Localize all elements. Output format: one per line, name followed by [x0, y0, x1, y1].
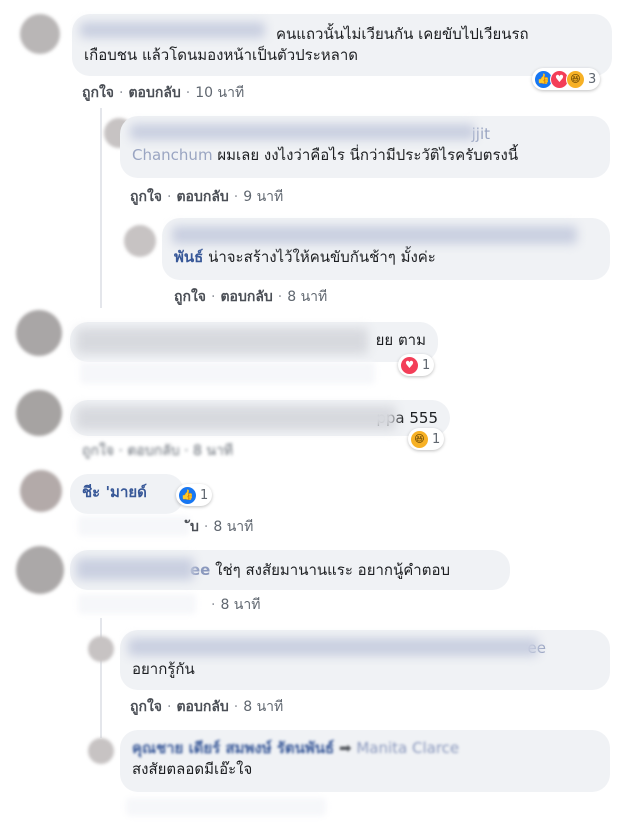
blurred-name [76, 558, 194, 580]
like-link[interactable]: ถูกใจ [130, 699, 162, 715]
like-link[interactable]: ถูกใจ [130, 189, 162, 205]
comment-text: อยากรู้กัน [132, 660, 195, 678]
mention-arrow-icon: ➡ [339, 739, 352, 757]
blurred-name [80, 22, 265, 38]
reaction-summary[interactable]: 👍 ♥ 😆 3 [532, 68, 601, 90]
blurred-content [126, 798, 326, 816]
comment-actions: ถูกใจ · ตอบกลับ · 8 นาที [130, 699, 284, 715]
comment-actions: ับ · 8 นาที [190, 519, 254, 535]
like-icon: 👍 [178, 485, 197, 505]
comment-bubble: คุณชาย เดียร์ สมพงษ์ รัตนพันธ์ ➡ Manita … [120, 730, 610, 792]
reaction-summary[interactable]: 👍 1 [176, 484, 213, 506]
blurred-content [76, 406, 396, 430]
reply-link[interactable]: ตอบกลับ [220, 289, 272, 305]
comment-text: น่าจะสร้างไว้ให้คนขับกันช้าๆ มั้งค่ะ [208, 248, 436, 266]
like-link[interactable]: ถูกใจ [82, 85, 114, 101]
blurred-name [172, 226, 577, 244]
commenter-name-fragment[interactable]: พันธ์ [174, 248, 203, 266]
avatar[interactable] [124, 225, 156, 257]
commenter-name-fragment[interactable]: Chanchum [132, 146, 213, 164]
action-fragment[interactable]: ถูกใจ · ตอบกลับ · 8 นาที [82, 443, 233, 459]
reaction-summary[interactable]: 😆 1 [408, 428, 445, 450]
comment-actions: ถูกใจ · ตอบกลับ · 8 นาที [174, 289, 328, 305]
reply-link-fragment[interactable]: ับ [190, 519, 199, 535]
avatar[interactable] [20, 14, 60, 54]
haha-icon: 😆 [410, 429, 429, 449]
blurred-content [78, 594, 196, 614]
avatar[interactable] [88, 738, 114, 764]
comment-actions: ถูกใจ · ตอบกลับ · 8 นาที [82, 440, 233, 462]
comment-actions: ถูกใจ · ตอบกลับ · 10 นาที [82, 85, 245, 101]
comment-text: ผมเลย งงไงว่าคือไร นี่กว่ามีประวัติไรครั… [217, 146, 519, 164]
reaction-count: 3 [588, 71, 597, 87]
reaction-count: 1 [200, 487, 209, 503]
timestamp[interactable]: 8 นาที [213, 519, 253, 535]
comment-bubble: ชีะ 'มายด์ [70, 474, 184, 514]
commenter-name[interactable]: ชีะ 'มายด์ [82, 483, 147, 501]
comment-text-line2: เกือบชน แล้วโดนมองหน้าเป็นตัวประหลาด [84, 46, 359, 64]
comment-actions: ถูกใจ · ตอบกลับ · 9 นาที [130, 189, 284, 205]
reaction-summary[interactable]: ♥ 1 [398, 354, 435, 376]
comment-text: ใช่ๆ สงสัยมานานแระ อยากนู้คำตอบ [215, 561, 450, 579]
like-link[interactable]: ถูกใจ [174, 289, 206, 305]
haha-icon: 😆 [566, 69, 585, 89]
blurred-content [76, 328, 368, 354]
blurred-name [128, 638, 538, 656]
reply-link[interactable]: ตอบกลับ [176, 699, 228, 715]
timestamp[interactable]: 8 นาที [287, 289, 327, 305]
avatar[interactable] [20, 470, 62, 512]
avatar[interactable] [16, 390, 62, 436]
comment-text: สงสัยตลอดมีเอ๊ะใจ [132, 760, 253, 778]
reaction-count: 1 [432, 431, 441, 447]
timestamp[interactable]: 8 นาที [220, 597, 260, 613]
reply-link[interactable]: ตอบกลับ [176, 189, 228, 205]
commenter-name-fragment[interactable]: คุณชาย เดียร์ สมพงษ์ รัตนพันธ์ [132, 739, 334, 757]
reply-link[interactable]: ตอบกลับ [128, 85, 180, 101]
reaction-count: 1 [422, 357, 431, 373]
timestamp[interactable]: 9 นาที [243, 189, 283, 205]
blurred-content [78, 516, 190, 536]
comment-text: ยย ตาม [375, 331, 426, 349]
avatar[interactable] [88, 636, 114, 662]
blurred-content [80, 362, 375, 384]
avatar[interactable] [16, 546, 64, 594]
timestamp[interactable]: 10 นาที [195, 85, 244, 101]
comment-text-line1: คนแถวนั้นไม่เวียนกัน เคยขับไปเวียนรถ [276, 25, 529, 43]
blurred-name [130, 124, 475, 140]
timestamp[interactable]: 8 นาที [243, 699, 283, 715]
comment-actions: · 8 นาที [211, 597, 261, 613]
reply-thread-line [100, 108, 102, 308]
avatar[interactable] [16, 310, 62, 356]
mention-name[interactable]: Manita Clarce [356, 739, 459, 757]
love-icon: ♥ [400, 355, 419, 375]
